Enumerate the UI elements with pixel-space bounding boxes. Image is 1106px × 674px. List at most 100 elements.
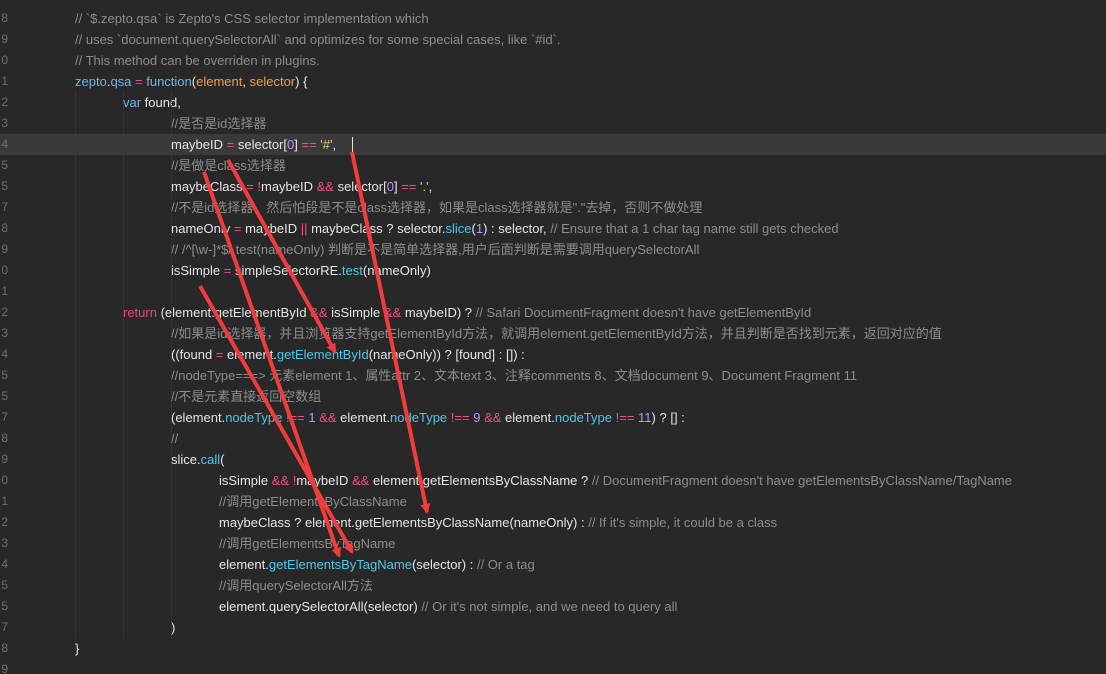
code-token: , — [428, 179, 433, 194]
line-number: 3 — [1, 536, 8, 550]
code-line[interactable]: 8} — [0, 638, 1106, 659]
code-token: maybeClass — [171, 179, 243, 194]
line-number: 9 — [1, 452, 8, 466]
code-line[interactable]: 1 //调用getElementsByClassName — [0, 491, 1106, 512]
code-token: && — [310, 305, 328, 320]
line-number: 1 — [1, 494, 8, 508]
code-token: simpleSelectorRE. — [234, 263, 342, 278]
code-token: found, — [141, 95, 181, 110]
code-line[interactable]: 8 // `$.zepto.qsa` is Zepto's CSS selecto… — [0, 8, 1106, 29]
code-token: element. — [227, 347, 277, 362]
code-token: && — [383, 305, 402, 320]
code-token: // /^[\w-]*$/.test(nameOnly) 判断是不是简单选择器,… — [171, 242, 700, 257]
line-number: 3 — [1, 326, 8, 340]
code-token: 11 — [638, 410, 652, 425]
line-number: 5 — [1, 179, 8, 193]
code-token: = — [212, 347, 228, 362]
line-number: 4 — [1, 557, 8, 571]
code-token: getElementsByTagName — [268, 557, 412, 572]
code-token: nodeType — [554, 410, 612, 425]
code-line[interactable]: 9 // /^[\w-]*$/.test(nameOnly) 判断是不是简单选择器… — [0, 239, 1106, 260]
code-editor[interactable]: 8 // `$.zepto.qsa` is Zepto's CSS selecto… — [0, 0, 1106, 674]
line-number: 7 — [1, 410, 8, 424]
code-token: // Or a tag — [476, 557, 535, 572]
line-number: 9 — [1, 662, 8, 674]
code-token: element. — [336, 410, 391, 425]
code-line[interactable]: 5 maybeClass = !maybeID && selector[0] ==… — [0, 176, 1106, 197]
code-token: maybeID — [296, 473, 352, 488]
code-token: maybeID — [171, 137, 224, 152]
text-cursor — [352, 137, 353, 152]
code-line[interactable]: 7) — [0, 617, 1106, 638]
code-line[interactable]: 5 //nodeType===> 元素element 1、属性attr 2、文本t… — [0, 365, 1106, 386]
code-line[interactable]: 8 // — [0, 428, 1106, 449]
code-line[interactable]: 1 — [0, 281, 1106, 302]
code-line[interactable]: 9 // uses `document.querySelectorAll` and… — [0, 29, 1106, 50]
code-token: selector — [249, 74, 296, 89]
code-text: maybeID = selector[0] == '#', — [171, 134, 336, 155]
code-token: //如果是id选择器，并且浏览器支持getElementById方法，就调用el… — [171, 326, 942, 341]
line-number: 2 — [1, 305, 8, 319]
code-line[interactable]: 3 //如果是id选择器，并且浏览器支持getElementById方法，就调用e… — [0, 323, 1106, 344]
code-line[interactable]: 3 //是否是id选择器 — [0, 113, 1106, 134]
code-token: element. — [501, 410, 555, 425]
code-line[interactable]: 4 maybeID = selector[0] == '#', — [0, 134, 1106, 155]
code-line[interactable]: 8 nameOnly = maybeID || maybeClass ? sele… — [0, 218, 1106, 239]
code-token: // DocumentFragment doesn't have getElem… — [591, 473, 1012, 488]
code-text: element.querySelectorAll(selector) // Or… — [219, 596, 677, 617]
line-number: 1 — [1, 74, 8, 88]
code-token: ) : selector, — [483, 221, 551, 236]
code-token: selector[ — [237, 137, 287, 152]
code-line[interactable]: 1 zepto.qsa = function(element, selector)… — [0, 71, 1106, 92]
code-token: // uses `document.querySelectorAll` and … — [75, 32, 561, 47]
line-number: 7 — [1, 200, 8, 214]
code-text: //不是id选择器，然后怕段是不是class选择器，如果是class选择器就是"… — [171, 197, 702, 218]
code-line[interactable]: 2 var found, — [0, 92, 1106, 113]
code-line[interactable]: 9 — [0, 659, 1106, 674]
code-token: //调用getElementsByClassName — [219, 494, 407, 509]
code-text: //是做是class选择器 — [171, 155, 286, 176]
code-line[interactable]: 4 ((found = element.getElementById(nameOn… — [0, 344, 1106, 365]
code-line[interactable]: 5 //不是元素直接返回空数组 — [0, 386, 1106, 407]
code-line[interactable]: 9 slice.call( — [0, 449, 1106, 470]
code-line[interactable]: 3 //调用getElementsByTagName — [0, 533, 1106, 554]
code-line[interactable]: 0 // This method can be overriden in plug… — [0, 50, 1106, 71]
code-line[interactable]: 2 maybeClass ? element.getElementsByClass… — [0, 512, 1106, 533]
code-text: zepto.qsa = function(element, selector) … — [75, 71, 307, 92]
line-number: 5 — [1, 578, 8, 592]
code-text: nameOnly = maybeID || maybeClass ? selec… — [171, 218, 839, 239]
code-token: //nodeType===> 元素element 1、属性attr 2、文本te… — [171, 368, 858, 383]
code-line[interactable]: 5 //调用querySelectorAll方法 — [0, 575, 1106, 596]
code-line[interactable]: 0 isSimple = simpleSelectorRE.test(nameOn… — [0, 260, 1106, 281]
code-token: nameOnly — [171, 221, 231, 236]
code-text: // /^[\w-]*$/.test(nameOnly) 判断是不是简单选择器,… — [171, 239, 699, 260]
code-text: // — [171, 428, 178, 449]
code-token: // If it's simple, it could be a class — [588, 515, 778, 530]
line-number: 5 — [1, 599, 8, 613]
code-token: //调用getElementsByTagName — [219, 536, 396, 551]
code-line[interactable]: 5 //是做是class选择器 — [0, 155, 1106, 176]
code-line[interactable]: 4 element.getElementsByTagName(selector) … — [0, 554, 1106, 575]
code-line[interactable]: 7 //不是id选择器，然后怕段是不是class选择器，如果是class选择器就是… — [0, 197, 1106, 218]
line-number: 0 — [1, 263, 8, 277]
code-token: return — [123, 305, 157, 320]
line-number: 9 — [1, 32, 8, 46]
code-token: getElementById — [276, 347, 369, 362]
line-number: 5 — [1, 389, 8, 403]
code-text: //如果是id选择器，并且浏览器支持getElementById方法，就调用el… — [171, 323, 942, 344]
line-number: 8 — [1, 221, 8, 235]
code-token: '#' — [320, 137, 333, 152]
code-token: !== — [615, 410, 635, 425]
code-line[interactable]: 0 isSimple && !maybeID && element.getElem… — [0, 470, 1106, 491]
code-token: maybeClass ? selector. — [307, 221, 446, 236]
line-number: 9 — [1, 242, 8, 256]
line-number: 2 — [1, 515, 8, 529]
code-token: = — [220, 263, 235, 278]
code-token: (element. — [171, 410, 226, 425]
code-token: nodeType — [225, 410, 283, 425]
code-token: = — [242, 179, 258, 194]
code-line[interactable]: 2 return (element.getElementById && isSim… — [0, 302, 1106, 323]
code-line[interactable]: 5 element.querySelectorAll(selector) // O… — [0, 596, 1106, 617]
code-line[interactable]: 7 (element.nodeType !== 1 && element.node… — [0, 407, 1106, 428]
code-token: == — [401, 179, 417, 194]
